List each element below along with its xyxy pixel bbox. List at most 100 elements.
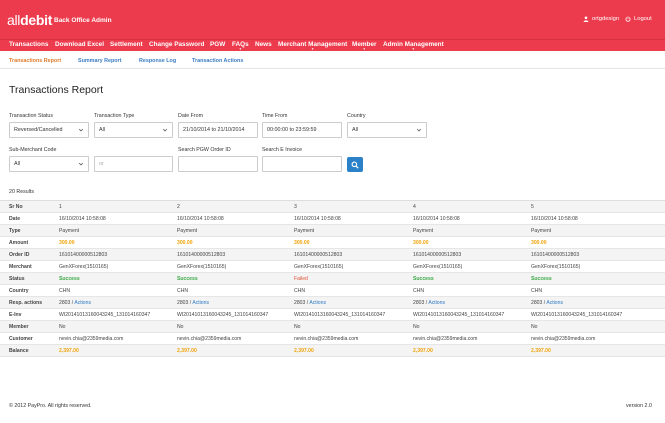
nav-transactions[interactable]: Transactions — [9, 41, 48, 48]
table-cell: 16/10/2014 10:58:08 — [59, 216, 106, 222]
table-row: Merchant GenXForex(1510165) GenXForex(1510… — [0, 261, 665, 273]
sub-merchant-code-input[interactable]: or — [94, 156, 173, 172]
nav-member[interactable]: Member ▼ — [352, 41, 377, 51]
table-cell: WI20141013160043245_131014160347 — [59, 312, 151, 318]
nav-admin-management[interactable]: Admin Management ▼ — [383, 41, 444, 51]
chevron-down-icon: ▼ — [311, 47, 315, 51]
chevron-down-icon — [416, 128, 422, 132]
table-cell: 300.00 — [531, 240, 547, 246]
power-icon — [625, 16, 631, 22]
subnav-response-log[interactable]: Response Log — [139, 58, 176, 64]
table-cell: GenXForex(1510165) — [177, 264, 227, 270]
transaction-status-select[interactable]: Reversed/Cancelled — [9, 122, 89, 138]
table-cell: No — [59, 324, 66, 330]
main-nav: Transactions Download Excel Settlement C… — [0, 39, 665, 51]
nav-change-password[interactable]: Change Password — [149, 41, 204, 48]
country-select[interactable]: All — [347, 122, 427, 138]
table-cell: 2 — [177, 204, 180, 210]
transaction-type-label: Transaction Type — [94, 113, 135, 119]
table-cell: 2,397.00 — [59, 348, 79, 354]
table-cell: GenXForex(1510165) — [413, 264, 463, 270]
table-cell: 16101400000512803 — [294, 252, 343, 258]
search-button[interactable] — [347, 157, 363, 172]
row-header: Balance — [9, 348, 29, 354]
nav-pgw[interactable]: PGW — [210, 41, 225, 48]
row-header: Status — [9, 276, 25, 282]
table-row: Country CHN CHN CHN CHN CHN — [0, 285, 665, 297]
table-row: Amount 300.00 300.00 300.00 300.00 300.00 — [0, 237, 665, 249]
table-cell: Payment — [177, 228, 198, 234]
table-cell: No — [413, 324, 420, 330]
table-cell: 300.00 — [59, 240, 75, 246]
table-cell: nevin.chia@2359media.com — [531, 336, 596, 342]
sub-merchant-code-label: Sub-Merchant Code — [9, 147, 57, 153]
table-cell: nevin.chia@2359media.com — [294, 336, 359, 342]
nav-faqs[interactable]: FAQs ▼ — [232, 41, 249, 51]
country-label: Country — [347, 113, 366, 119]
time-from-label: Time From — [262, 113, 288, 119]
app-title: Back Office Admin — [54, 17, 112, 24]
table-cell: No — [294, 324, 301, 330]
nav-news[interactable]: News — [255, 41, 272, 48]
table-row: Resp. actions 2803 / Actions 2803 / Action… — [0, 297, 665, 309]
table-row: Order ID 16101400000512803 161014000005128… — [0, 249, 665, 261]
user-menu[interactable]: ortgdesign — [583, 16, 619, 22]
table-cell: CHN — [294, 288, 306, 294]
subnav-summary-report[interactable]: Summary Report — [78, 58, 121, 64]
table-cell: WI20141013160043245_131014160347 — [413, 312, 505, 318]
table-cell: 16101400000512803 — [177, 252, 226, 258]
table-cell: 2,397.00 — [294, 348, 314, 354]
table-cell: 2803 / Actions — [59, 300, 91, 306]
actions-link[interactable]: Actions — [192, 300, 209, 306]
table-cell: 4 — [413, 204, 416, 210]
table-cell: CHN — [413, 288, 425, 294]
search-einvoice-input[interactable] — [262, 156, 342, 172]
transaction-status-label: Transaction Status — [9, 113, 53, 119]
table-cell: 16/10/2014 10:58:08 — [413, 216, 460, 222]
actions-link[interactable]: Actions — [74, 300, 91, 306]
subnav-transactions-report[interactable]: Transactions Report — [9, 58, 61, 64]
search-pgw-input[interactable] — [178, 156, 258, 172]
nav-merchant-management[interactable]: Merchant Management ▼ — [278, 41, 347, 51]
nav-settlement[interactable]: Settlement — [110, 41, 143, 48]
row-header: Amount — [9, 240, 29, 246]
table-cell: Failed — [294, 276, 308, 282]
row-header: Resp. actions — [9, 300, 43, 306]
copyright-text: © 2012 PayPro. All rights reserved. — [9, 403, 92, 409]
transaction-type-select[interactable]: All — [94, 122, 173, 138]
logo-text-a: all — [7, 12, 21, 28]
logout-button[interactable]: Logout — [625, 16, 652, 22]
table-row: Balance 2,397.00 2,397.00 2,397.00 2,397.00 2… — [0, 345, 665, 357]
date-from-label: Date From — [178, 113, 204, 119]
table-cell: Payment — [59, 228, 80, 234]
subnav-transaction-actions[interactable]: Transaction Actions — [192, 58, 243, 64]
chevron-down-icon — [78, 162, 84, 166]
table-cell: 300.00 — [177, 240, 193, 246]
table-cell: 1 — [59, 204, 62, 210]
table-row: Sr No 1 2 3 4 5 — [0, 201, 665, 213]
nav-download-excel[interactable]: Download Excel — [55, 41, 104, 48]
sub-merchant-code-select[interactable]: All — [9, 156, 89, 172]
table-cell: 3 — [294, 204, 297, 210]
response-code: 2803 — [59, 300, 71, 306]
date-range-input[interactable]: 21/10/2014 to 21/10/2014 — [178, 122, 258, 138]
sub-nav: Transactions Report Summary Report Respo… — [0, 54, 665, 69]
actions-link[interactable]: Actions — [309, 300, 326, 306]
time-range-input[interactable]: 00:00:00 to 23:59:59 — [262, 122, 342, 138]
table-cell: WI20141013160043245_131014160347 — [177, 312, 269, 318]
actions-link[interactable]: Actions — [546, 300, 563, 306]
chevron-down-icon: ▼ — [362, 47, 366, 51]
actions-link[interactable]: Actions — [428, 300, 445, 306]
user-name: ortgdesign — [592, 16, 620, 22]
table-row: E-Inv WI20141013160043245_131014160347 WI2… — [0, 309, 665, 321]
search-einvoice-label: Search E Invoice — [262, 147, 303, 153]
chevron-down-icon — [78, 128, 84, 132]
table-cell: GenXForex(1510165) — [531, 264, 581, 270]
table-cell: CHN — [531, 288, 543, 294]
table-cell: WI20141013160043245_131014160347 — [294, 312, 386, 318]
table-cell: Success — [59, 276, 80, 282]
app-logo[interactable]: alldebit — [7, 12, 52, 28]
table-cell: Payment — [294, 228, 315, 234]
table-cell: CHN — [59, 288, 71, 294]
table-cell: 5 — [531, 204, 534, 210]
